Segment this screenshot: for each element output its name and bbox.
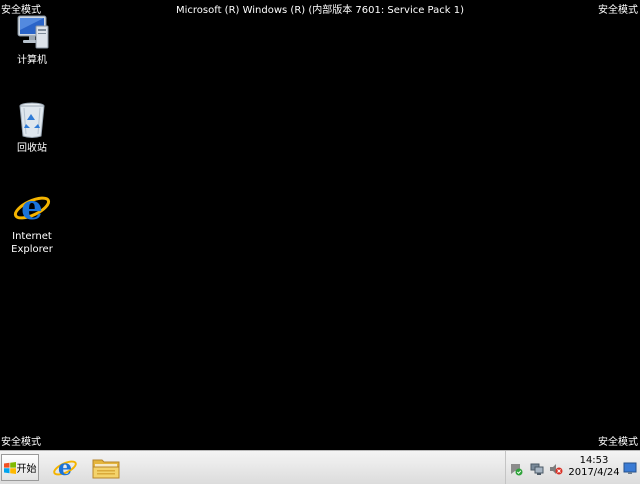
network-icon[interactable] (530, 461, 544, 475)
show-desktop-icon[interactable] (623, 460, 637, 474)
desktop-icon-recycle-bin[interactable]: 回收站 (0, 100, 64, 155)
computer-icon (12, 12, 52, 52)
taskbar-pinned-file-explorer[interactable] (88, 453, 124, 483)
taskbar-clock[interactable]: 14:53 2017/4/24 (566, 455, 622, 479)
internet-explorer-icon: e (53, 455, 77, 481)
internet-explorer-icon: e (12, 188, 52, 228)
safe-mode-label-bottom-right: 安全模式 (598, 437, 638, 448)
taskbar-pinned-internet-explorer[interactable]: e (47, 453, 83, 483)
safe-mode-label-bottom-left: 安全模式 (1, 437, 41, 448)
windows-logo-icon (3, 461, 16, 474)
file-explorer-icon (92, 459, 120, 479)
recycle-bin-icon (12, 100, 52, 140)
clock-date: 2017/4/24 (568, 467, 620, 478)
start-button[interactable]: 开始 (1, 454, 39, 481)
desktop-icon-label: Internet Explorer (11, 231, 53, 255)
clock-time: 14:53 (579, 455, 609, 466)
svg-text:e: e (58, 455, 72, 481)
desktop-icon-label: 计算机 (17, 55, 47, 66)
system-tray: 14:53 2017/4/24 (505, 451, 640, 484)
action-center-icon[interactable] (509, 461, 523, 476)
svg-text:e: e (21, 188, 43, 228)
desktop-icon-computer[interactable]: 计算机 (0, 12, 64, 67)
taskbar: 开始 e 14:53 2017/4/24 (0, 450, 640, 484)
desktop-icon-internet-explorer[interactable]: e Internet Explorer (0, 188, 64, 256)
volume-muted-icon[interactable] (549, 461, 563, 475)
start-button-label: 开始 (16, 464, 37, 475)
windows-version-text: Microsoft (R) Windows (R) (内部版本 7601: Se… (175, 5, 465, 16)
desktop-icon-label: 回收站 (17, 143, 47, 154)
